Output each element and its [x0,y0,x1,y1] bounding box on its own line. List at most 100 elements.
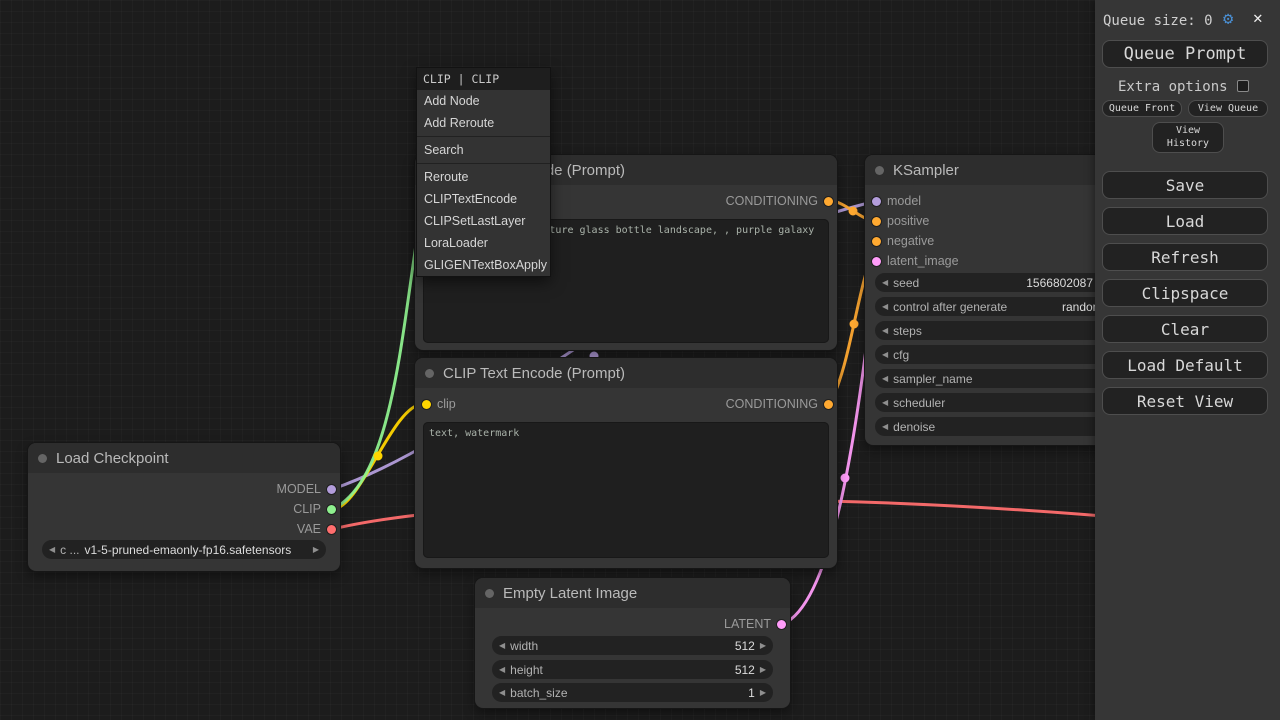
seed-widget[interactable]: ◀ seed 1566802087 [875,273,1125,292]
refresh-button[interactable]: Refresh [1102,243,1268,271]
menu-item-reroute[interactable]: Reroute [417,166,550,188]
node-load-checkpoint[interactable]: Load Checkpoint MODEL CLIP VAE ◀ c ... v… [28,443,340,571]
widget-label: denoise [893,420,935,434]
node-clip-text-encode-negative[interactable]: CLIP Text Encode (Prompt) clip CONDITION… [415,358,837,568]
widget-label: cfg [893,348,909,362]
prompt-textarea[interactable]: text, watermark [423,422,829,558]
collapse-dot-icon[interactable] [875,166,884,175]
cfg-widget[interactable]: ◀ cfg [875,345,1125,364]
input-label: negative [887,234,934,248]
output-dot-clip[interactable] [327,505,336,514]
load-default-button[interactable]: Load Default [1102,351,1268,379]
view-queue-button[interactable]: View Queue [1188,100,1268,117]
arrow-left-icon[interactable]: ◀ [882,422,888,431]
context-menu-title: CLIP | CLIP [417,68,550,90]
input-dot-negative[interactable] [872,237,881,246]
input-dot-latent-image[interactable] [872,257,881,266]
arrow-right-icon[interactable]: ▶ [760,688,766,697]
widget-value: 1566802087 [1026,276,1093,290]
scheduler-widget[interactable]: ◀ scheduler [875,393,1125,412]
output-dot-vae[interactable] [327,525,336,534]
node-title-bar[interactable]: CLIP Text Encode (Prompt) [415,358,837,388]
arrow-left-icon[interactable]: ◀ [49,545,55,554]
node-title-bar[interactable]: Empty Latent Image [475,578,790,608]
arrow-left-icon[interactable]: ◀ [882,398,888,407]
output-slot-conditioning: CONDITIONING [726,191,835,211]
ckpt-name-widget[interactable]: ◀ c ... v1-5-pruned-emaonly-fp16.safeten… [42,540,326,559]
widget-label: scheduler [893,396,945,410]
link-dot-conditioning-positive [849,207,858,216]
widget-value: v1-5-pruned-emaonly-fp16.safetensors [85,543,292,557]
width-widget[interactable]: ◀ width 512 ▶ [492,636,773,655]
height-widget[interactable]: ◀ height 512 ▶ [492,660,773,679]
menu-item-add-node[interactable]: Add Node [417,90,550,112]
widget-label: c ... [60,543,79,557]
menu-separator [417,163,550,164]
arrow-right-icon[interactable]: ▶ [760,641,766,650]
widget-label: steps [893,324,922,338]
menu-item-search[interactable]: Search [417,139,550,161]
save-button[interactable]: Save [1102,171,1268,199]
menu-separator [417,136,550,137]
menu-item-clipsetlastlayer[interactable]: CLIPSetLastLayer [417,210,550,232]
output-dot-latent[interactable] [777,620,786,629]
output-label: MODEL [277,482,321,496]
denoise-widget[interactable]: ◀ denoise [875,417,1125,436]
load-button[interactable]: Load [1102,207,1268,235]
node-title-bar[interactable]: Load Checkpoint [28,443,340,473]
view-history-button[interactable]: View History [1152,122,1224,153]
widget-label: height [510,663,543,677]
arrow-left-icon[interactable]: ◀ [882,326,888,335]
arrow-left-icon[interactable]: ◀ [499,641,505,650]
menu-item-cliptextencode[interactable]: CLIPTextEncode [417,188,550,210]
output-label: CLIP [293,502,321,516]
link-dot-clip [374,452,383,461]
menu-item-add-reroute[interactable]: Add Reroute [417,112,550,134]
collapse-dot-icon[interactable] [425,369,434,378]
sampler-name-widget[interactable]: ◀ sampler_name [875,369,1125,388]
link-dot-latent [841,474,850,483]
arrow-left-icon[interactable]: ◀ [499,665,505,674]
arrow-left-icon[interactable]: ◀ [882,278,888,287]
output-label: VAE [297,522,321,536]
steps-widget[interactable]: ◀ steps [875,321,1125,340]
arrow-left-icon[interactable]: ◀ [882,350,888,359]
collapse-dot-icon[interactable] [485,589,494,598]
menu-item-gligentextboxapply[interactable]: GLIGENTextBoxApply [417,254,550,276]
extra-options-checkbox[interactable] [1237,80,1249,92]
node-title: KSampler [893,162,959,179]
node-empty-latent-image[interactable]: Empty Latent Image LATENT ◀ width 512 ▶ … [475,578,790,708]
widget-value: 1 [748,686,755,700]
link-dot-conditioning-negative [850,320,859,329]
output-dot-conditioning[interactable] [824,197,833,206]
collapse-dot-icon[interactable] [38,454,47,463]
output-dot-model[interactable] [327,485,336,494]
reset-view-button[interactable]: Reset View [1102,387,1268,415]
wire-clip [333,404,423,509]
arrow-right-icon[interactable]: ▶ [313,545,319,554]
menu-item-loraloader[interactable]: LoraLoader [417,232,550,254]
settings-gear-icon[interactable]: ⚙ [1223,9,1233,29]
arrow-right-icon[interactable]: ▶ [760,665,766,674]
input-dot-model[interactable] [872,197,881,206]
node-title: Load Checkpoint [56,450,169,467]
input-dot-positive[interactable] [872,217,881,226]
input-slot-positive: positive [868,211,929,231]
output-dot-conditioning[interactable] [824,400,833,409]
widget-label: sampler_name [893,372,972,386]
queue-front-button[interactable]: Queue Front [1102,100,1182,117]
comfyui-canvas[interactable]: Load Checkpoint MODEL CLIP VAE ◀ c ... v… [0,0,1280,720]
queue-prompt-button[interactable]: Queue Prompt [1102,40,1268,68]
batch-size-widget[interactable]: ◀ batch_size 1 ▶ [492,683,773,702]
output-label: LATENT [724,617,771,631]
input-dot-clip[interactable] [422,400,431,409]
clipspace-button[interactable]: Clipspace [1102,279,1268,307]
widget-label: batch_size [510,686,567,700]
output-label: CONDITIONING [726,397,818,411]
control-after-generate-widget[interactable]: ◀ control after generate randomize [875,297,1125,316]
clear-button[interactable]: Clear [1102,315,1268,343]
arrow-left-icon[interactable]: ◀ [882,302,888,311]
arrow-left-icon[interactable]: ◀ [499,688,505,697]
close-icon[interactable]: ✕ [1253,8,1263,27]
arrow-left-icon[interactable]: ◀ [882,374,888,383]
